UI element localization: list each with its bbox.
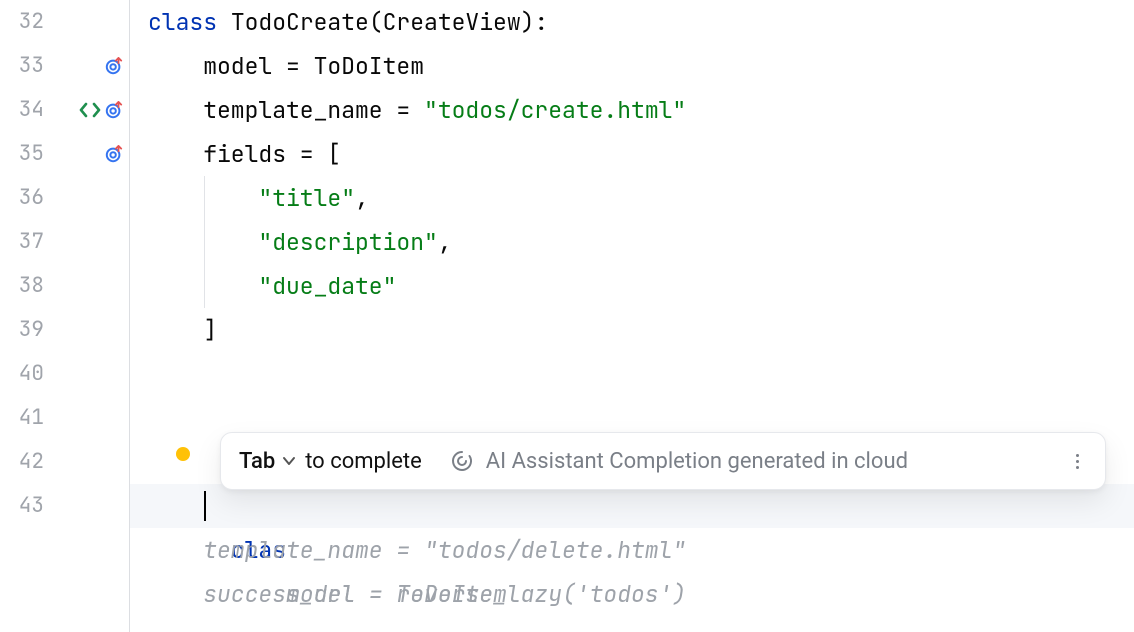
line-number: 37 [0,220,48,264]
code-line: template_name = "todos/create.html" [148,88,1134,132]
line-number: 34 [0,88,48,132]
warning-dot-icon [176,447,190,461]
gutter-row: 40 [0,352,129,396]
gutter-row: 43 [0,484,129,528]
code-text: ] [148,315,217,345]
code-area[interactable]: class TodoCreate(CreateView): model = To… [130,0,1134,632]
code-line: "due_date" [148,264,1134,308]
ghost-text: success_url = reverse_lazy('todos') [148,579,686,609]
override-icon[interactable] [105,145,123,163]
gutter-row: 42 [0,440,129,484]
code-text: TodoCreate(CreateView): [231,7,548,37]
gutter-row: 41 [0,396,129,440]
gutter-row: 36 [0,176,129,220]
code-text: , [355,183,369,213]
ghost-text: template_name = "todos/delete.html" [148,535,686,565]
code-line: model = ToDoItem [148,44,1134,88]
line-number: 41 [0,396,48,440]
code-editor: 32 33 34 35 [0,0,1134,632]
text-cursor [204,491,206,521]
line-number: 33 [0,44,48,88]
line-number: 36 [0,176,48,220]
gutter-row: 38 [0,264,129,308]
code-line: class TodoCreate(CreateView): [148,0,1134,44]
code-text: fields = [ [148,139,341,169]
code-text: model = ToDoItem [148,51,424,81]
tab-key-label[interactable]: Tab [239,449,275,474]
line-number: 43 [0,484,48,528]
code-line [148,352,1134,396]
more-icon[interactable] [1067,454,1087,469]
code-text: template_name = [148,95,424,125]
line-number: 35 [0,132,48,176]
code-text [148,271,258,301]
code-text [148,183,258,213]
code-line: "title", [148,176,1134,220]
string-literal: "todos/create.html" [424,95,686,125]
override-icon[interactable] [105,101,123,119]
line-number: 38 [0,264,48,308]
line-number: 32 [0,0,48,44]
code-line: ] [148,308,1134,352]
chevron-down-icon[interactable] [281,453,297,469]
refresh-icon [450,449,474,473]
hint-to-complete: to complete [305,449,422,474]
gutter-row: 37 [0,220,129,264]
completion-hint-bar: Tab to complete AI Assistant Completion … [220,432,1106,490]
gutter-row: 33 [0,44,129,88]
line-number: 42 [0,440,48,484]
line-number: 40 [0,352,48,396]
code-text: , [438,227,452,257]
gutter-row: 34 [0,88,129,132]
hint-ai-text: AI Assistant Completion generated in clo… [486,449,1067,474]
code-text [148,227,258,257]
keyword: class [148,7,231,37]
code-line: model = ToDoItem [148,484,1134,528]
code-line: "description", [148,220,1134,264]
gutter-row: 32 [0,0,129,44]
string-literal: "title" [258,183,355,213]
gutter-row: 35 [0,132,129,176]
tag-icon[interactable] [79,101,101,119]
override-icon[interactable] [105,57,123,75]
line-number: 39 [0,308,48,352]
string-literal: "description" [258,227,437,257]
string-literal: "due_date" [258,271,396,301]
code-line: fields = [ [148,132,1134,176]
code-line: template_name = "todos/delete.html" [148,528,1134,572]
gutter: 32 33 34 35 [0,0,130,632]
code-line: success_url = reverse_lazy('todos') [148,572,1134,616]
gutter-row: 39 [0,308,129,352]
